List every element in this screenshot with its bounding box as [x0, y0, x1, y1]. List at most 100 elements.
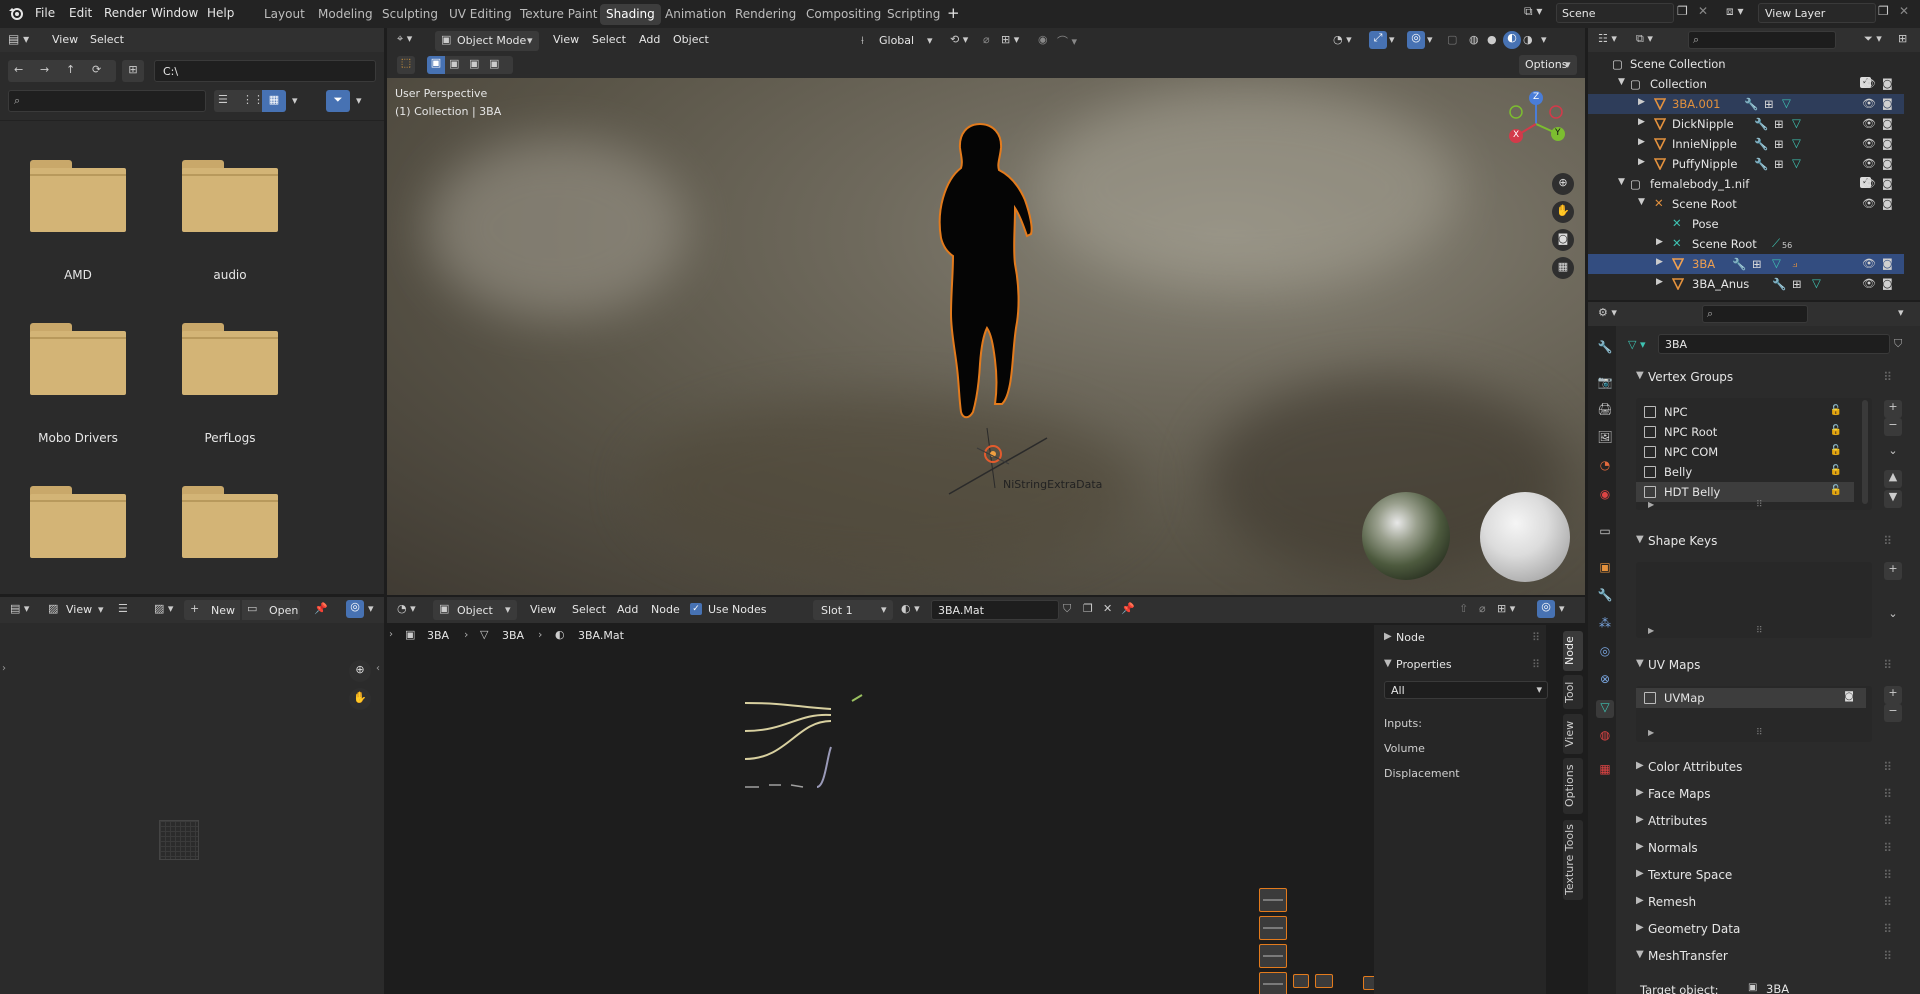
use-nodes-label[interactable]: Use Nodes: [708, 603, 767, 616]
lock-icon[interactable]: 🔓: [1830, 485, 1842, 496]
tab-sculpting[interactable]: Sculpting: [376, 4, 444, 25]
outliner-row[interactable]: ▶ 3BA 🔧 ⊞ ▽ ⟓ 👁 ◙: [1588, 254, 1904, 274]
tab-texture-paint[interactable]: Texture Paint: [514, 4, 603, 25]
outliner-row[interactable]: ▶ ✕ Scene Root ⟋ 56: [1588, 234, 1904, 254]
list-item[interactable]: Belly 🔓: [1636, 462, 1854, 482]
eye-icon[interactable]: 👁: [1862, 197, 1876, 211]
pin-icon[interactable]: 📌: [314, 602, 328, 615]
thumbnails-icon[interactable]: ▦: [262, 90, 286, 112]
tab-rendering[interactable]: Rendering: [729, 4, 802, 25]
menu-view[interactable]: View: [530, 603, 556, 616]
fake-user-shield-icon[interactable]: ⛉: [1063, 602, 1071, 616]
select-invert-icon[interactable]: ▣: [489, 57, 499, 70]
menu-object[interactable]: Object: [673, 33, 709, 46]
tab-node[interactable]: Node: [1563, 631, 1583, 671]
overlays-icon[interactable]: ◎: [346, 600, 364, 618]
outliner-row[interactable]: ▶ InnieNipple 🔧 ⊞ ▽ 👁 ◙: [1588, 134, 1904, 154]
outliner-search-input[interactable]: ⌕: [1688, 31, 1836, 49]
image-icon[interactable]: ▨ ▾: [154, 602, 173, 615]
shader-type-dropdown[interactable]: ▣ Object ▾: [433, 600, 517, 620]
render-properties-icon[interactable]: 📷: [1596, 375, 1614, 393]
menu-view[interactable]: View: [553, 33, 579, 46]
forward-icon[interactable]: →: [40, 63, 49, 76]
drag-handle-icon[interactable]: ⠿: [1883, 922, 1892, 936]
select-new-icon[interactable]: ▣: [427, 56, 445, 74]
file-search-input[interactable]: ⌕: [8, 90, 206, 112]
eye-icon[interactable]: 👁: [1862, 137, 1876, 151]
camera-icon[interactable]: ◙: [1844, 691, 1854, 702]
remove-icon[interactable]: −: [1884, 704, 1902, 722]
image-texture-node[interactable]: [1259, 944, 1287, 968]
node-section-header[interactable]: ▶ Node ⠿: [1374, 627, 1546, 647]
editor-type-icon[interactable]: ▤ ▾: [8, 32, 29, 46]
view-layer-icon[interactable]: ⧈ ▾: [1726, 4, 1756, 24]
menu-render[interactable]: Render: [104, 6, 147, 20]
chevron-down-icon[interactable]: ▾: [368, 602, 374, 615]
constraints-properties-icon[interactable]: ⊗: [1596, 672, 1614, 690]
drag-handle-icon[interactable]: ⠿: [1532, 658, 1540, 671]
meshtransfer-section-header[interactable]: ▼ MeshTransfer ⠿: [1628, 945, 1900, 967]
expand-icon[interactable]: ▶: [1638, 157, 1645, 167]
overlays-icon[interactable]: ◎: [1407, 31, 1425, 49]
gizmo-toggle-icon[interactable]: ⤢: [1369, 31, 1387, 49]
display-dropdown-icon[interactable]: ▾: [292, 94, 298, 107]
list-expand-icon[interactable]: ▶: [1648, 500, 1654, 509]
falloff-icon[interactable]: ⌒ ▾: [1057, 33, 1077, 49]
editor-type-icon[interactable]: ☷ ▾: [1598, 32, 1617, 45]
expand-icon[interactable]: ▶: [1638, 137, 1645, 147]
lock-icon[interactable]: 🔓: [1830, 465, 1842, 476]
filter-icon[interactable]: ⏷ ▾: [1864, 32, 1882, 46]
hamburger-menu-icon[interactable]: ☰: [118, 602, 128, 615]
eye-icon[interactable]: 👁: [1862, 97, 1876, 111]
drag-handle-icon[interactable]: ⠿: [1883, 949, 1892, 963]
modifier-properties-icon[interactable]: 🔧: [1596, 588, 1614, 606]
drag-handle-icon[interactable]: ⠿: [1883, 760, 1892, 774]
snap-target-icon[interactable]: ⊞ ▾: [1001, 33, 1019, 46]
utility-node[interactable]: [1315, 974, 1333, 988]
wireframe-shading-icon[interactable]: ◍: [1469, 33, 1479, 46]
view-layer-close-icon[interactable]: ✕: [1899, 4, 1917, 22]
properties-section-header[interactable]: ▼ Properties ⠿: [1374, 654, 1546, 674]
menu-add[interactable]: Add: [639, 33, 660, 46]
outliner-row[interactable]: ▶ DickNipple 🔧 ⊞ ▽ 👁 ◙: [1588, 114, 1904, 134]
target-object-field[interactable]: ▣ 3BA: [1748, 980, 1888, 994]
chevron-down-icon[interactable]: ⌄: [1884, 444, 1902, 462]
material-properties-icon[interactable]: ◍: [1596, 728, 1614, 746]
list-item[interactable]: NPC COM 🔓: [1636, 442, 1854, 462]
list-horizontal-icon[interactable]: ⋮⋮: [242, 93, 264, 106]
move-up-icon[interactable]: ▲: [1884, 470, 1902, 488]
solid-shading-icon[interactable]: ●: [1487, 33, 1497, 46]
texture-properties-icon[interactable]: ▦: [1596, 762, 1614, 780]
select-extend-icon[interactable]: ▣: [449, 57, 459, 70]
chevron-down-icon[interactable]: ▾: [1541, 33, 1547, 46]
drag-handle-icon[interactable]: ⠿: [1532, 631, 1540, 644]
open-image-button[interactable]: ▭ Open: [242, 600, 300, 620]
outliner-row[interactable]: ▼ ▢ Collection ✓ 👁 ◙: [1588, 74, 1904, 94]
tab-texture-tools[interactable]: Texture Tools: [1563, 820, 1583, 900]
list-item[interactable]: HDT Belly 🔓: [1636, 482, 1854, 502]
list-item[interactable]: NPC 🔓: [1636, 402, 1854, 422]
add-icon[interactable]: +: [1884, 562, 1902, 580]
view-layer-properties-icon[interactable]: 🖼: [1596, 430, 1614, 448]
tab-layout[interactable]: Layout: [258, 4, 311, 25]
output-properties-icon[interactable]: 🖨: [1596, 402, 1614, 420]
camera-icon[interactable]: ◙: [1882, 157, 1896, 171]
camera-icon[interactable]: ◙: [1882, 257, 1896, 271]
proportional-edit-icon[interactable]: ◉: [1038, 33, 1048, 46]
world-properties-icon[interactable]: ◉: [1596, 487, 1614, 505]
duplicate-material-icon[interactable]: ❐: [1083, 602, 1093, 615]
scene-copy-icon[interactable]: ❐: [1677, 4, 1695, 22]
expand-icon[interactable]: ▼: [1638, 197, 1645, 207]
tab-uv-editing[interactable]: UV Editing: [443, 4, 518, 25]
drag-handle-icon[interactable]: ⠿: [1883, 814, 1892, 828]
attributes-section-header[interactable]: ▶ Attributes ⠿: [1628, 810, 1900, 832]
add-workspace-button[interactable]: +: [947, 4, 960, 22]
expand-icon[interactable]: ▶: [1656, 277, 1663, 287]
camera-icon[interactable]: ◙: [1882, 77, 1896, 91]
shape-keys-section-header[interactable]: ▼ Shape Keys ⠿: [1628, 530, 1900, 552]
folder-icon[interactable]: [182, 486, 278, 558]
tab-compositing[interactable]: Compositing: [800, 4, 887, 25]
eye-icon[interactable]: 👁: [1862, 77, 1876, 91]
orientation-dropdown[interactable]: ⟊ Global ▾: [861, 31, 941, 51]
tab-modeling[interactable]: Modeling: [312, 4, 379, 25]
